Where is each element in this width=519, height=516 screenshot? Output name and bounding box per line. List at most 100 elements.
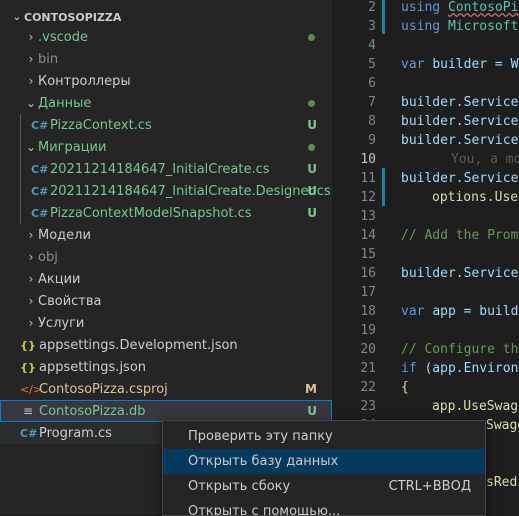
git-blame-hint: You, a mo xyxy=(451,152,519,167)
folder-label: Контроллеры xyxy=(38,73,131,89)
file-initialcreate[interactable]: C# 20211214184647_InitialCreate.cs U xyxy=(0,158,332,180)
menu-item-label: Проверить эту папку xyxy=(188,429,333,444)
file-modelsnapshot[interactable]: C# PizzaContextModelSnapshot.cs U xyxy=(0,202,332,224)
chevron-down-icon: ⌄ xyxy=(25,140,37,154)
line-number: 16 xyxy=(360,266,376,281)
file-database[interactable]: ≡ ContosoPizza.db U xyxy=(0,400,332,422)
code-line: builder.Services xyxy=(401,133,519,148)
code-line: builder.Services xyxy=(401,266,519,281)
code-token: builder. xyxy=(401,133,464,148)
explorer-header[interactable]: ⌄ CONTOSOPIZZA xyxy=(10,7,122,27)
folder-bin[interactable]: › bin xyxy=(0,48,332,70)
menu-item-label: Открыть сбоку xyxy=(188,479,291,494)
folder-vscode[interactable]: › .vscode xyxy=(0,26,332,48)
gutter-change-marker xyxy=(382,168,385,206)
status-dot xyxy=(308,143,315,151)
code-token: Services xyxy=(463,171,519,186)
code-line: builder.Services xyxy=(401,114,519,129)
git-status-badge: U xyxy=(307,118,317,132)
folder-controllers[interactable]: › Контроллеры xyxy=(0,70,332,92)
file-pizzacontext[interactable]: C# PizzaContext.cs U xyxy=(0,114,332,136)
file-appsettings[interactable]: {} appsettings.json xyxy=(0,356,332,378)
code-token: options.UseS xyxy=(432,190,519,205)
code-line: sRedi xyxy=(486,475,519,490)
file-csproj[interactable]: </> ContosoPizza.csproj M xyxy=(0,378,332,400)
file-label: 20211214184647_InitialCreate.Designer.cs xyxy=(50,183,331,199)
line-number: 22 xyxy=(360,380,376,395)
file-initialcreate-designer[interactable]: C# 20211214184647_InitialCreate.Designer… xyxy=(0,180,332,202)
code-token: sRedi xyxy=(486,475,519,490)
code-token: using xyxy=(401,0,448,15)
chevron-down-icon: ⌄ xyxy=(12,11,22,23)
menu-item-shortcut: CTRL+ВВОД xyxy=(388,479,471,494)
folder-label: Свойства xyxy=(38,293,102,309)
code-token: app = builde xyxy=(432,304,519,319)
line-number: 15 xyxy=(360,247,376,262)
chevron-right-icon: › xyxy=(28,52,34,66)
chevron-right-icon: › xyxy=(28,74,34,88)
folder-label: Акции xyxy=(38,271,81,287)
menu-item-label: Открыть с помощью... xyxy=(188,504,341,516)
status-dot xyxy=(308,33,315,41)
code-token: builder = We xyxy=(432,57,519,72)
chevron-right-icon: › xyxy=(28,272,34,286)
gutter-change-marker xyxy=(382,0,385,34)
code-line: var app = builde xyxy=(401,304,519,319)
line-number: 20 xyxy=(360,342,376,357)
code-line: using Microsoft xyxy=(401,19,518,34)
code-line: { xyxy=(401,380,409,395)
code-comment: // Add the Promo xyxy=(401,228,519,243)
menu-item-open-with[interactable]: Открыть с помощью... xyxy=(163,499,485,516)
folder-label: Услуги xyxy=(38,315,85,331)
chevron-right-icon: › xyxy=(28,316,34,330)
code-line: if (app.Environm xyxy=(401,361,519,376)
git-status-badge: U xyxy=(307,184,317,198)
xml-file-icon: </> xyxy=(20,382,43,396)
code-token: ContosoPiz xyxy=(447,0,519,15)
folder-label: Миграции xyxy=(38,139,107,155)
code-token: (app.Environm xyxy=(424,361,519,376)
database-file-icon: ≡ xyxy=(22,404,34,418)
code-line: var builder = We xyxy=(401,57,519,72)
file-label: Program.cs xyxy=(39,425,112,441)
code-line: options.UseS xyxy=(432,190,519,205)
code-token: Services xyxy=(463,133,519,148)
code-line: // Configure the xyxy=(401,342,519,357)
folder-services[interactable]: › Услуги xyxy=(0,312,332,334)
menu-item-open-to-side[interactable]: Открыть сбоку CTRL+ВВОД xyxy=(163,474,485,499)
menu-item-label: Открыть базу данных xyxy=(188,454,339,469)
line-number: 13 xyxy=(360,209,376,224)
git-status-badge: U xyxy=(307,404,317,418)
folder-obj[interactable]: › obj xyxy=(0,246,332,268)
folder-migrations[interactable]: ⌄ Миграции xyxy=(0,136,332,158)
chevron-right-icon: › xyxy=(28,30,34,44)
line-number: 23 xyxy=(360,399,376,414)
folder-label: Данные xyxy=(38,95,92,111)
folder-models[interactable]: › Модели xyxy=(0,224,332,246)
file-appsettings-development[interactable]: {} appsettings.Development.json xyxy=(0,334,332,356)
line-number: 3 xyxy=(368,19,376,34)
line-number: 19 xyxy=(360,323,376,338)
code-token: app.UseSwagg xyxy=(432,399,519,414)
folder-data[interactable]: ⌄ Данные xyxy=(0,92,332,114)
line-number: 2 xyxy=(368,0,376,15)
csharp-file-icon: C# xyxy=(31,162,49,176)
file-label: PizzaContextModelSnapshot.cs xyxy=(50,205,252,221)
line-number: 6 xyxy=(368,76,376,91)
git-status-badge: M xyxy=(305,382,317,396)
code-token: Swagg xyxy=(486,418,519,433)
file-label: PizzaContext.cs xyxy=(50,117,152,133)
json-file-icon: {} xyxy=(20,360,36,374)
code-token: Services xyxy=(463,266,519,281)
git-status-badge: U xyxy=(307,206,317,220)
chevron-down-icon: ⌄ xyxy=(25,96,37,110)
menu-item-open-database[interactable]: Открыть базу данных xyxy=(163,449,485,474)
code-line: app.UseSwagg xyxy=(432,399,519,414)
menu-item-check-folder[interactable]: Проверить эту папку xyxy=(163,424,485,449)
csharp-file-icon: C# xyxy=(31,184,49,198)
context-menu: Проверить эту папку Открыть базу данных … xyxy=(162,420,486,516)
folder-pages[interactable]: › Акции xyxy=(0,268,332,290)
line-number: 18 xyxy=(360,304,376,319)
folder-properties[interactable]: › Свойства xyxy=(0,290,332,312)
file-label: appsettings.Development.json xyxy=(39,337,238,353)
